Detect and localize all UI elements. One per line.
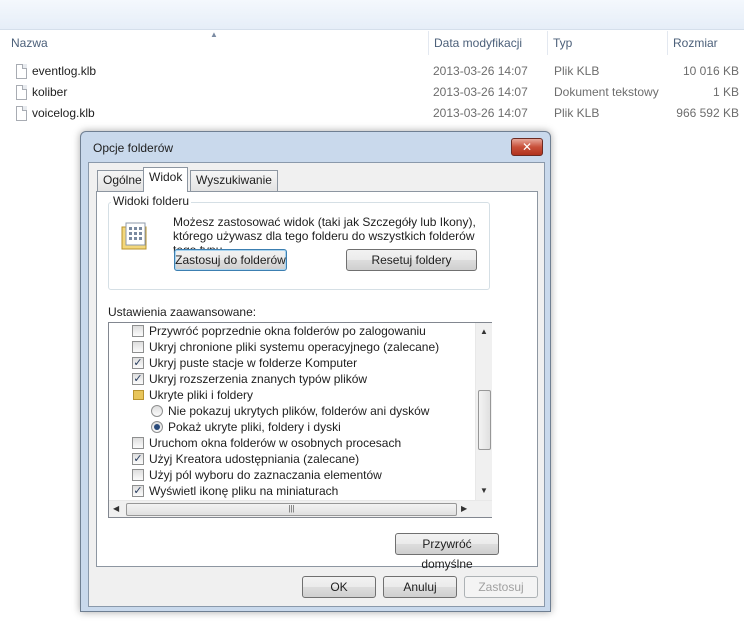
checkbox[interactable] <box>132 325 144 337</box>
scroll-down-icon[interactable]: ▼ <box>480 486 488 496</box>
cancel-button[interactable]: Anuluj <box>383 576 457 598</box>
setting-label: Ukryte pliki i foldery <box>149 388 254 402</box>
vertical-scroll-thumb[interactable] <box>478 390 491 450</box>
explorer-toolbar <box>0 0 744 30</box>
radio-button-selected[interactable] <box>151 421 163 433</box>
advanced-settings-list: Przywróć poprzednie okna folderów po zal… <box>108 322 492 518</box>
scroll-up-icon[interactable]: ▲ <box>480 327 488 337</box>
close-button[interactable]: ✕ <box>511 138 543 156</box>
folder-views-icon <box>121 222 147 250</box>
folder-views-legend: Widoki folderu <box>111 194 192 208</box>
checkbox[interactable] <box>132 437 144 449</box>
setting-label: Wyświetl ikonę pliku na miniaturach <box>149 484 339 498</box>
advanced-settings-label: Ustawienia zaawansowane: <box>108 305 257 319</box>
folder-options-dialog: Opcje folderów ✕ Ogólne Widok Wyszukiwan… <box>80 131 551 612</box>
file-row[interactable]: koliber 2013-03-26 14:07 Dokument teksto… <box>0 82 744 103</box>
apply-to-folders-button[interactable]: Zastosuj do folderów <box>174 249 287 271</box>
tab-view[interactable]: Widok <box>143 167 189 192</box>
file-type: Dokument tekstowy <box>554 85 659 99</box>
ok-button[interactable]: OK <box>302 576 376 598</box>
file-date: 2013-03-26 14:07 <box>433 85 528 99</box>
file-date: 2013-03-26 14:07 <box>433 64 528 78</box>
column-header-type[interactable]: Typ <box>548 31 668 55</box>
file-date: 2013-03-26 14:07 <box>433 106 528 120</box>
file-icon <box>16 106 27 121</box>
file-icon <box>16 64 27 79</box>
checkbox[interactable] <box>132 341 144 353</box>
setting-label: Ukryj rozszerzenia znanych typów plików <box>149 372 368 386</box>
checkbox-checked[interactable]: ✓ <box>132 357 144 369</box>
checkbox-checked[interactable]: ✓ <box>132 373 144 385</box>
column-headers: Nazwa Data modyfikacji Typ Rozmiar <box>0 31 744 55</box>
dialog-body: Ogólne Widok Wyszukiwanie Widoki folderu… <box>88 162 545 607</box>
tab-search[interactable]: Wyszukiwanie <box>190 170 278 191</box>
setting-label: Przywróć poprzednie okna folderów po zal… <box>149 324 426 338</box>
setting-label: Użyj Kreatora udostępniania (zalecane) <box>149 452 360 466</box>
file-name: voicelog.klb <box>32 106 95 120</box>
restore-defaults-button[interactable]: Przywróć domyślne <box>395 533 499 571</box>
setting-label: Ukryj chronione pliki systemu operacyjne… <box>149 340 440 354</box>
file-icon <box>16 85 27 100</box>
setting-label: Użyj pól wyboru do zaznaczania elementów <box>149 468 382 482</box>
file-name: eventlog.klb <box>32 64 97 78</box>
file-row[interactable]: eventlog.klb 2013-03-26 14:07 Plik KLB 1… <box>0 61 744 82</box>
tab-panel-view: Widoki folderu Możesz zastosować widok (… <box>96 191 538 571</box>
scroll-left-icon[interactable]: ◀ <box>113 504 119 514</box>
file-type: Plik KLB <box>554 64 600 78</box>
setting-label: Ukryj puste stacje w folderze Komputer <box>149 356 358 370</box>
checkbox-checked[interactable]: ✓ <box>132 485 144 497</box>
file-type: Plik KLB <box>554 106 600 120</box>
setting-label: Uruchom okna folderów w osobnych procesa… <box>149 436 402 450</box>
vertical-scrollbar[interactable]: ▲ ▼ <box>475 323 492 500</box>
file-row[interactable]: voicelog.klb 2013-03-26 14:07 Plik KLB 9… <box>0 103 744 124</box>
setting-label: Pokaż ukryte pliki, foldery i dyski <box>168 420 341 434</box>
checkbox[interactable] <box>132 469 144 481</box>
file-size: 10 016 KB <box>682 64 739 78</box>
setting-label: Nie pokazuj ukrytych plików, folderów an… <box>168 404 430 418</box>
file-size: 966 592 KB <box>676 106 739 120</box>
tab-general[interactable]: Ogólne <box>97 170 148 191</box>
dialog-title: Opcje folderów <box>93 141 174 155</box>
reset-folders-button[interactable]: Resetuj foldery <box>346 249 477 271</box>
checkbox-checked[interactable]: ✓ <box>132 453 144 465</box>
apply-button[interactable]: Zastosuj <box>464 576 538 598</box>
scroll-right-icon[interactable]: ▶ <box>461 504 467 514</box>
folder-icon <box>133 390 144 400</box>
radio-button[interactable] <box>151 405 163 417</box>
horizontal-scroll-thumb[interactable]: ||| <box>126 503 457 516</box>
column-header-date[interactable]: Data modyfikacji <box>429 31 548 55</box>
column-header-name[interactable]: Nazwa <box>6 31 429 55</box>
column-header-size[interactable]: Rozmiar <box>668 31 744 55</box>
horizontal-scrollbar[interactable]: ◀ ||| ▶ <box>109 500 492 517</box>
file-size: 1 KB <box>712 85 739 99</box>
file-name: koliber <box>32 85 68 99</box>
